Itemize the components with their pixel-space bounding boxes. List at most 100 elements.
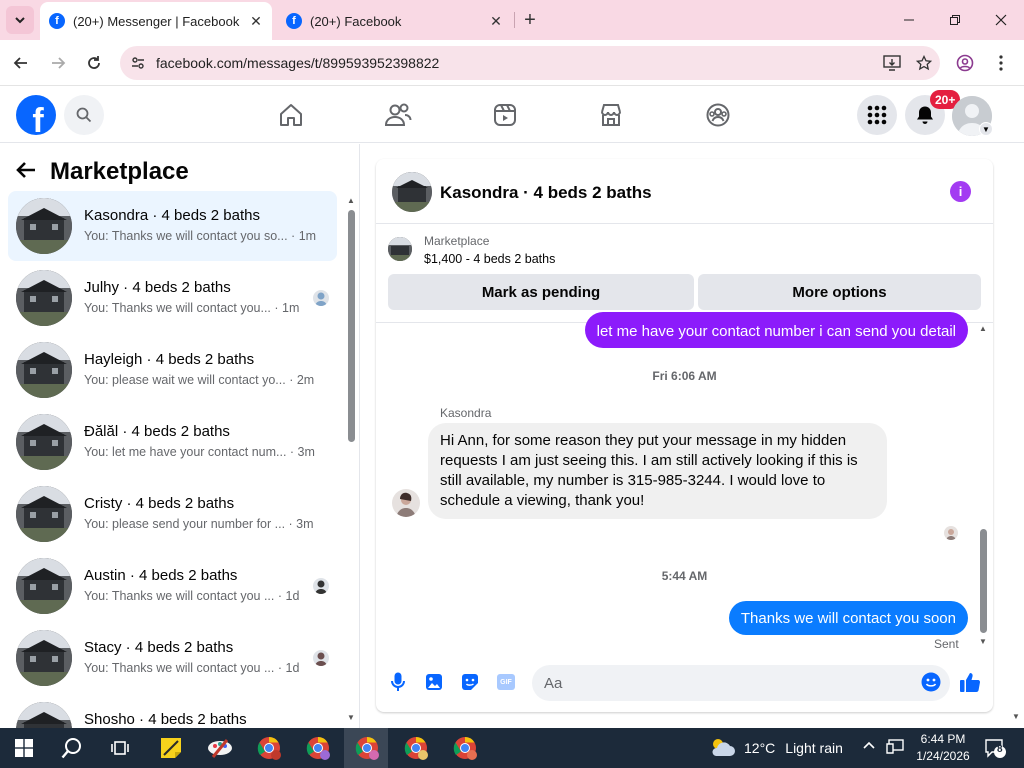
nav-watch[interactable] <box>485 99 525 131</box>
close-window-button[interactable] <box>988 8 1014 32</box>
more-options-button[interactable]: More options <box>698 274 981 310</box>
new-tab-button[interactable]: + <box>518 8 542 32</box>
sticker-icon[interactable] <box>459 671 481 693</box>
listing-small-thumbnail[interactable] <box>388 237 412 261</box>
scroll-up-arrow[interactable]: ▲ <box>347 196 355 205</box>
network-icon[interactable] <box>886 738 904 757</box>
thread-scroll-thumb[interactable] <box>980 529 987 633</box>
account-chevron-icon[interactable]: ▼ <box>979 122 993 136</box>
thread-scroll-down-arrow[interactable]: ▼ <box>979 637 987 646</box>
nav-marketplace[interactable] <box>591 99 631 131</box>
browser-menu-button[interactable] <box>988 50 1014 76</box>
paint-app-icon[interactable] <box>206 734 234 762</box>
cloud-rain-icon <box>712 739 735 756</box>
sender-name: Kasondra <box>440 406 492 420</box>
conversation-item[interactable]: Hayleigh · 4 beds 2 baths You: please wai… <box>8 335 337 405</box>
chrome-profile-icon[interactable] <box>255 734 283 762</box>
profile-button[interactable] <box>952 50 978 76</box>
nav-friends[interactable] <box>378 99 418 131</box>
minimize-button[interactable] <box>896 8 922 32</box>
incoming-message[interactable]: Hi Ann, for some reason they put your me… <box>428 423 887 519</box>
tab-title: (20+) Facebook <box>310 13 402 29</box>
conversation-item[interactable]: Julhy · 4 beds 2 baths You: Thanks we wil… <box>8 263 337 333</box>
system-clock[interactable]: 6:44 PM 1/24/2026 <box>912 731 974 765</box>
info-icon[interactable]: i <box>950 181 971 202</box>
chrome-profile-icon[interactable] <box>353 734 381 762</box>
thumbs-up-icon[interactable] <box>959 671 981 693</box>
conversation-item[interactable]: Kasondra · 4 beds 2 baths You: Thanks we … <box>8 191 337 261</box>
thread-title[interactable]: Kasondra · 4 beds 2 baths <box>440 183 652 203</box>
site-info-icon[interactable] <box>120 55 156 71</box>
listing-title[interactable]: $1,400 - 4 beds 2 baths <box>424 252 555 266</box>
tab-messenger[interactable]: f (20+) Messenger | Facebook ✕ <box>40 2 272 40</box>
weather-widget[interactable]: 12°C Light rain <box>708 736 843 760</box>
message-status: Sent <box>934 637 959 651</box>
back-arrow-icon[interactable] <box>16 159 36 185</box>
thread-scroll-up-arrow[interactable]: ▲ <box>979 324 987 333</box>
close-tab-icon[interactable]: ✕ <box>486 11 506 31</box>
conversation-item[interactable]: Stacy · 4 beds 2 baths You: Thanks we wil… <box>8 623 337 693</box>
forward-button[interactable] <box>45 50 71 76</box>
tab-facebook[interactable]: f (20+) Facebook ✕ <box>276 2 512 40</box>
profile-icon <box>956 54 974 72</box>
microphone-icon[interactable] <box>387 671 409 693</box>
tab-title: (20+) Messenger | Facebook <box>73 13 240 29</box>
outgoing-message[interactable]: Thanks we will contact you soon <box>728 601 968 635</box>
menu-button[interactable] <box>857 95 897 135</box>
tab-search-button[interactable] <box>6 6 34 34</box>
weather-desc: Light rain <box>785 740 843 756</box>
home-icon <box>280 104 302 126</box>
chrome-profile-icon[interactable] <box>304 734 332 762</box>
message-input[interactable] <box>532 665 950 701</box>
gif-label: GIF <box>497 674 515 690</box>
facebook-logo[interactable]: f <box>16 95 56 135</box>
url-text[interactable]: facebook.com/messages/t/899593952398822 <box>156 55 876 71</box>
listing-thumbnail[interactable] <box>392 172 432 212</box>
conversation-scroll-thumb[interactable] <box>348 210 355 442</box>
task-view-icon[interactable] <box>106 734 134 762</box>
chrome-profile-icon[interactable] <box>451 734 479 762</box>
omnibox[interactable]: facebook.com/messages/t/899593952398822 <box>120 46 940 80</box>
chevron-up-icon[interactable] <box>862 738 876 755</box>
reload-button[interactable] <box>81 50 107 76</box>
facebook-icon: f <box>286 13 302 29</box>
search-button[interactable] <box>64 95 104 135</box>
page-scroll-down-arrow[interactable]: ▼ <box>1012 712 1020 721</box>
sticky-notes-icon[interactable] <box>157 734 185 762</box>
restore-icon <box>950 15 960 25</box>
conversation-preview: You: please wait we will contact yo... ·… <box>84 373 315 387</box>
weather-temp: 12°C <box>744 740 776 756</box>
arrow-left-icon <box>13 57 27 69</box>
conversation-item[interactable]: Cristy · 4 beds 2 baths You: please send … <box>8 479 337 549</box>
search-icon[interactable] <box>58 734 86 762</box>
nav-home[interactable] <box>271 99 311 131</box>
image-icon[interactable] <box>423 671 445 693</box>
conversation-thumbnail <box>16 414 72 470</box>
gif-icon[interactable]: GIF <box>495 671 517 693</box>
conversation-title: Austin · 4 beds 2 baths <box>84 567 238 584</box>
bookmark-star-icon[interactable] <box>908 55 940 71</box>
nav-groups[interactable] <box>698 99 738 131</box>
conversation-item[interactable]: Shosho · 4 beds 2 baths <box>8 695 337 728</box>
conversation-preview: You: please send your number for ... · 3… <box>84 517 314 531</box>
conversation-item[interactable]: Austin · 4 beds 2 baths You: Thanks we wi… <box>8 551 337 621</box>
conversation-item[interactable]: Ðălăl · 4 beds 2 baths You: let me have y… <box>8 407 337 477</box>
outgoing-message[interactable]: let me have your contact number i can se… <box>584 312 968 348</box>
marketplace-icon <box>601 104 621 126</box>
install-app-icon[interactable] <box>876 55 908 71</box>
facebook-icon: f <box>49 13 65 29</box>
back-button[interactable] <box>8 50 34 76</box>
close-tab-icon[interactable]: ✕ <box>246 11 266 31</box>
scroll-down-arrow[interactable]: ▼ <box>347 713 355 722</box>
chrome-profile-icon[interactable] <box>402 734 430 762</box>
conversation-thumbnail <box>16 558 72 614</box>
sender-avatar[interactable] <box>392 489 420 517</box>
mark-as-pending-button[interactable]: Mark as pending <box>388 274 694 310</box>
clock-time: 6:44 PM <box>920 732 966 746</box>
arrow-right-icon <box>52 57 66 69</box>
notification-center-icon[interactable]: 8 <box>984 738 1006 758</box>
emoji-icon[interactable] <box>920 671 942 693</box>
restore-button[interactable] <box>942 8 968 32</box>
conversation-thumbnail <box>16 270 72 326</box>
start-windows-icon[interactable] <box>10 734 38 762</box>
